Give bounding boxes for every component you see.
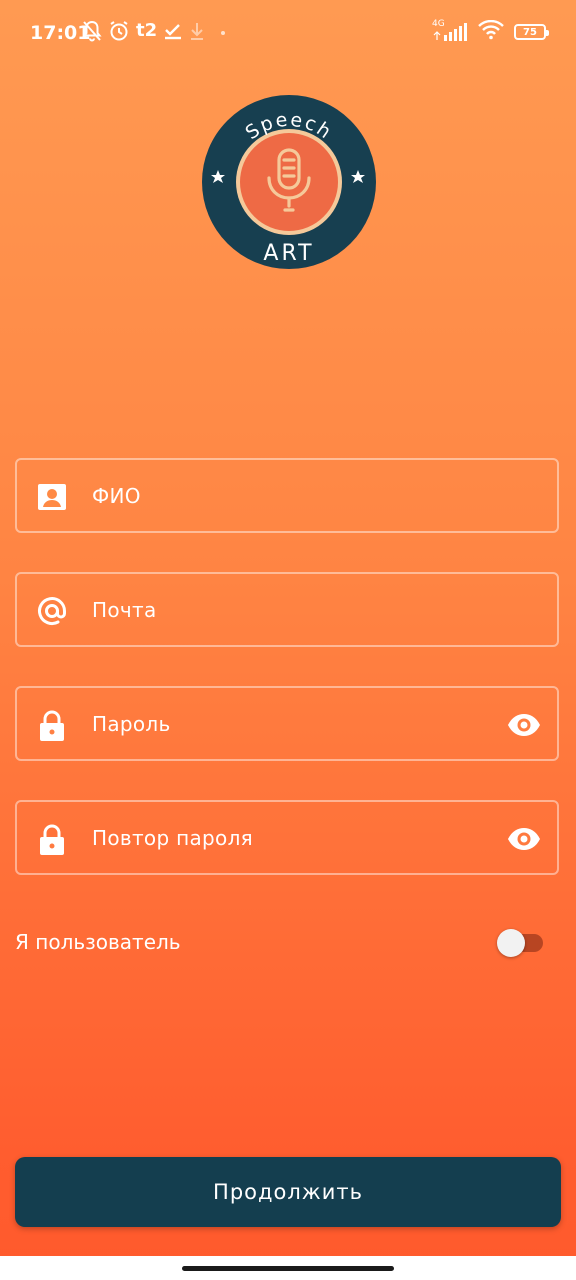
password-placeholder: Пароль xyxy=(92,712,171,736)
contact-icon xyxy=(37,482,67,512)
repeat-password-field[interactable]: Повтор пароля xyxy=(15,800,559,875)
navigation-bar xyxy=(0,1256,576,1280)
dot-icon xyxy=(211,21,229,41)
user-toggle-switch[interactable] xyxy=(497,929,545,957)
battery-icon: 75 xyxy=(514,24,549,40)
user-toggle-label: Я пользователь xyxy=(15,930,181,954)
password-field[interactable]: Пароль xyxy=(15,686,559,761)
alarm-icon xyxy=(108,20,130,42)
signal-icon: 4G xyxy=(432,19,468,43)
task-done-icon xyxy=(163,21,183,41)
lock-icon xyxy=(37,710,67,741)
email-field[interactable]: Почта xyxy=(15,572,559,647)
toggle-knob xyxy=(497,929,525,957)
download-icon xyxy=(189,21,205,41)
logo-bottom-text: ART xyxy=(263,241,314,266)
app-logo: Speech ART xyxy=(201,94,377,270)
carrier-logo: t2 xyxy=(136,19,158,41)
at-sign-icon xyxy=(37,596,67,626)
bell-off-icon xyxy=(82,20,102,42)
home-indicator[interactable] xyxy=(182,1266,394,1271)
status-bar: 17:01 t2 4G 75 xyxy=(0,0,576,64)
status-system-icons: 4G 75 xyxy=(432,19,549,44)
full-name-field[interactable]: ФИО xyxy=(15,458,559,533)
wifi-icon xyxy=(478,19,504,44)
status-notification-icons: t2 xyxy=(82,20,229,42)
lock-icon xyxy=(37,824,67,855)
continue-button[interactable]: Продолжить xyxy=(15,1157,561,1227)
repeat-password-placeholder: Повтор пароля xyxy=(92,826,253,850)
show-repeat-password-eye-icon[interactable] xyxy=(507,824,541,854)
show-password-eye-icon[interactable] xyxy=(507,710,541,740)
full-name-placeholder: ФИО xyxy=(92,484,141,508)
email-placeholder: Почта xyxy=(92,598,157,622)
